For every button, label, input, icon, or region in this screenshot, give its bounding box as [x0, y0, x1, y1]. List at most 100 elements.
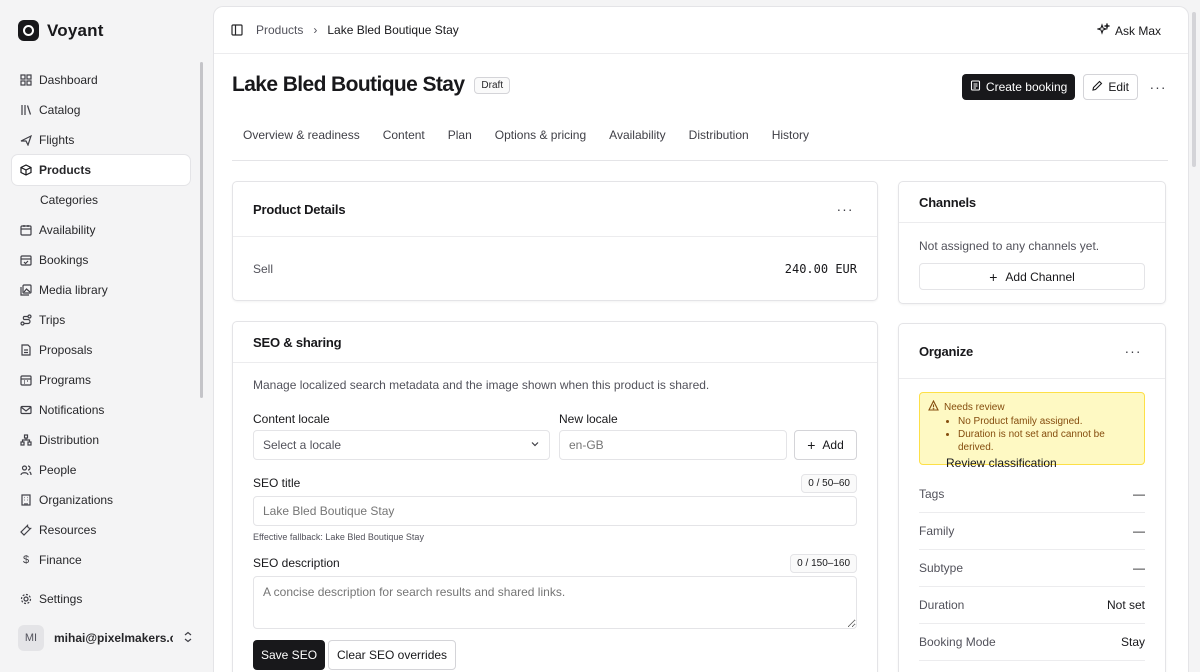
sidebar-item-label: Media library	[39, 283, 108, 297]
sidebar-item-resources[interactable]: Resources	[12, 515, 190, 545]
clear-seo-overrides-button[interactable]: Clear SEO overrides	[328, 640, 457, 670]
sidebar-nav: Dashboard Catalog Flights Products Categ…	[12, 65, 190, 575]
plus-icon: +	[989, 268, 998, 285]
content-locale-select[interactable]: Select a locale	[253, 430, 550, 460]
create-booking-label: Create booking	[985, 80, 1068, 94]
sell-label: Sell	[253, 262, 274, 276]
property-row-family[interactable]: Family —	[919, 513, 1145, 550]
package-icon	[20, 164, 32, 176]
sidebar-item-dashboard[interactable]: Dashboard	[12, 65, 190, 95]
app-logo[interactable]: Voyant	[18, 20, 104, 41]
more-actions-button[interactable]: ···	[1146, 79, 1170, 95]
sidebar-item-catalog[interactable]: Catalog	[12, 95, 190, 125]
property-label: Tags	[919, 487, 945, 501]
new-locale-input[interactable]	[559, 430, 787, 460]
alert-item: Duration is not set and cannot be derive…	[958, 428, 1136, 454]
sidebar-item-settings[interactable]: Settings	[12, 584, 190, 614]
sell-value: 240.00 EUR	[784, 262, 857, 276]
add-channel-button[interactable]: + Add Channel	[919, 263, 1145, 290]
sidebar-item-label: Dashboard	[39, 73, 98, 87]
tab-content[interactable]: Content	[383, 128, 425, 160]
sidebar-item-label: Organizations	[39, 493, 114, 507]
sidebar-settings: Settings	[12, 584, 190, 614]
user-menu[interactable]: MI mihai@pixelmakers.c...	[18, 625, 193, 651]
seo-card: SEO & sharing Manage localized search me…	[232, 321, 878, 672]
sidebar-item-label: Availability	[39, 223, 96, 237]
sidebar-item-flights[interactable]: Flights	[12, 125, 190, 155]
chevron-up-down-icon	[183, 631, 193, 646]
pencil-icon	[1092, 80, 1103, 94]
sidebar-toggle-icon[interactable]	[231, 24, 243, 36]
sidebar-item-categories[interactable]: Categories	[12, 185, 190, 215]
seo-description-counter: 0 / 150–160	[790, 554, 857, 573]
sidebar-item-label: People	[39, 463, 77, 477]
seo-title-input[interactable]	[253, 496, 857, 526]
property-label: Booking Mode	[919, 635, 996, 649]
top-bar: Products › Lake Bled Boutique Stay Ask M…	[214, 7, 1188, 54]
card-more-button[interactable]: ···	[833, 201, 857, 217]
new-locale-label: New locale	[559, 412, 618, 426]
sidebar-item-proposals[interactable]: Proposals	[12, 335, 190, 365]
sell-row: Sell 240.00 EUR	[233, 237, 877, 301]
calendar-icon	[20, 224, 32, 236]
seo-description-label: SEO description	[253, 556, 340, 570]
sidebar-item-label: Resources	[39, 523, 97, 537]
sidebar-scrollbar[interactable]	[200, 62, 203, 398]
add-locale-button[interactable]: + Add	[794, 430, 857, 460]
property-label: Family	[919, 524, 955, 538]
wrench-icon	[20, 524, 32, 536]
card-more-button[interactable]: ···	[1121, 343, 1145, 359]
main-panel: Products › Lake Bled Boutique Stay Ask M…	[213, 6, 1189, 672]
breadcrumb-products[interactable]: Products	[256, 23, 303, 37]
sidebar-item-label: Programs	[39, 373, 92, 387]
save-seo-button[interactable]: Save SEO	[253, 640, 326, 670]
tab-plan[interactable]: Plan	[448, 128, 472, 160]
review-classification-link[interactable]: Review classification	[946, 456, 1136, 470]
alert-list: No Product family assigned. Duration is …	[958, 415, 1136, 454]
network-icon	[20, 434, 32, 446]
edit-button[interactable]: Edit	[1083, 74, 1138, 100]
building-icon	[20, 494, 32, 506]
sidebar-item-trips[interactable]: Trips	[12, 305, 190, 335]
tab-distribution[interactable]: Distribution	[689, 128, 749, 160]
sidebar-item-finance[interactable]: $ Finance	[12, 545, 190, 575]
sidebar-item-distribution[interactable]: Distribution	[12, 425, 190, 455]
ask-max-button[interactable]: Ask Max	[1096, 22, 1161, 39]
add-channel-label: Add Channel	[1005, 269, 1075, 284]
page-scrollbar[interactable]	[1192, 12, 1196, 167]
library-icon	[20, 104, 32, 116]
sidebar-item-products[interactable]: Products	[12, 155, 190, 185]
tab-options-pricing[interactable]: Options & pricing	[495, 128, 586, 160]
sidebar-item-programs[interactable]: Programs	[12, 365, 190, 395]
sidebar-item-availability[interactable]: Availability	[12, 215, 190, 245]
tab-history[interactable]: History	[772, 128, 809, 160]
property-row-booking-mode[interactable]: Booking Mode Stay	[919, 624, 1145, 661]
card-header: Product Details ···	[233, 182, 877, 237]
ask-max-label: Ask Max	[1114, 24, 1161, 38]
property-value: —	[1133, 524, 1145, 538]
sidebar: Voyant Dashboard Catalog Flights Product…	[0, 0, 212, 672]
logo-mark-icon	[18, 20, 39, 41]
card-header: SEO & sharing	[233, 322, 877, 363]
property-value: —	[1133, 487, 1145, 501]
seo-description-textarea[interactable]	[253, 576, 857, 629]
tab-overview[interactable]: Overview & readiness	[243, 128, 360, 160]
alert-title: Needs review	[944, 401, 1005, 413]
sidebar-item-bookings[interactable]: Bookings	[12, 245, 190, 275]
create-booking-button[interactable]: Create booking	[961, 74, 1076, 100]
sidebar-item-organizations[interactable]: Organizations	[12, 485, 190, 515]
sidebar-item-label: Bookings	[39, 253, 89, 267]
sidebar-item-notifications[interactable]: Notifications	[12, 395, 190, 425]
property-row-tags[interactable]: Tags —	[919, 476, 1145, 513]
sidebar-item-label: Distribution	[39, 433, 100, 447]
file-icon	[20, 344, 32, 356]
property-label: Duration	[919, 598, 965, 612]
gear-icon	[20, 593, 32, 605]
tab-availability[interactable]: Availability	[609, 128, 665, 160]
property-row-subtype[interactable]: Subtype —	[919, 550, 1145, 587]
property-row-duration[interactable]: Duration Not set	[919, 587, 1145, 624]
sidebar-item-media-library[interactable]: Media library	[12, 275, 190, 305]
document-icon	[970, 80, 981, 94]
sidebar-item-people[interactable]: People	[12, 455, 190, 485]
images-icon	[20, 284, 32, 296]
